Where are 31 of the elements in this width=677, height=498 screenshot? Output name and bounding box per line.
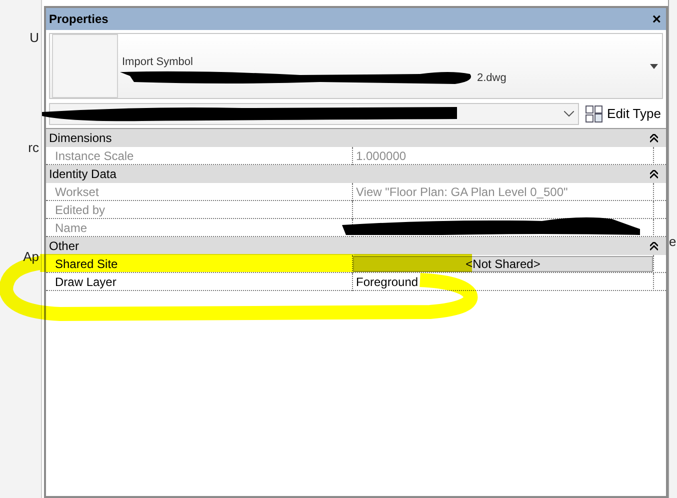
property-value: 1.000000 [355, 148, 406, 165]
group-title: Identity Data [49, 166, 116, 183]
dropdown-icon[interactable] [650, 64, 658, 69]
property-label: Edited by [54, 202, 106, 219]
collapse-icon[interactable] [650, 242, 658, 250]
property-label: Workset [54, 184, 100, 201]
type-category: Import Symbol [122, 54, 194, 70]
group-header[interactable]: Dimensions [46, 129, 666, 147]
type-thumbnail [52, 34, 118, 98]
caret-icon [564, 111, 574, 117]
property-label: Name [54, 220, 88, 237]
group-header[interactable]: Identity Data [46, 165, 666, 183]
text-fragment: rc [28, 138, 39, 156]
window-title: Properties [49, 11, 108, 28]
edit-type-button[interactable]: Edit Type [583, 103, 663, 125]
property-value: View "Floor Plan: GA Plan Level 0_500" [355, 184, 568, 201]
group-header[interactable]: Other [46, 237, 666, 255]
group-title: Other [49, 238, 80, 255]
property-label: Shared Site [54, 256, 119, 273]
group-title: Dimensions [49, 130, 112, 147]
property-value: Foreground [355, 274, 418, 291]
text-fragment: U [30, 29, 39, 47]
close-button[interactable]: × [650, 12, 663, 26]
property-label: Instance Scale [54, 148, 135, 165]
edit-type-icon [585, 105, 604, 123]
collapse-icon[interactable] [650, 170, 658, 178]
text-fragment: e [669, 234, 676, 249]
collapse-icon[interactable] [650, 134, 658, 142]
type-selector[interactable]: Import Symbol 2.dwg [49, 33, 663, 99]
property-label: Draw Layer [54, 274, 118, 291]
type-name: 2.dwg [477, 71, 506, 86]
